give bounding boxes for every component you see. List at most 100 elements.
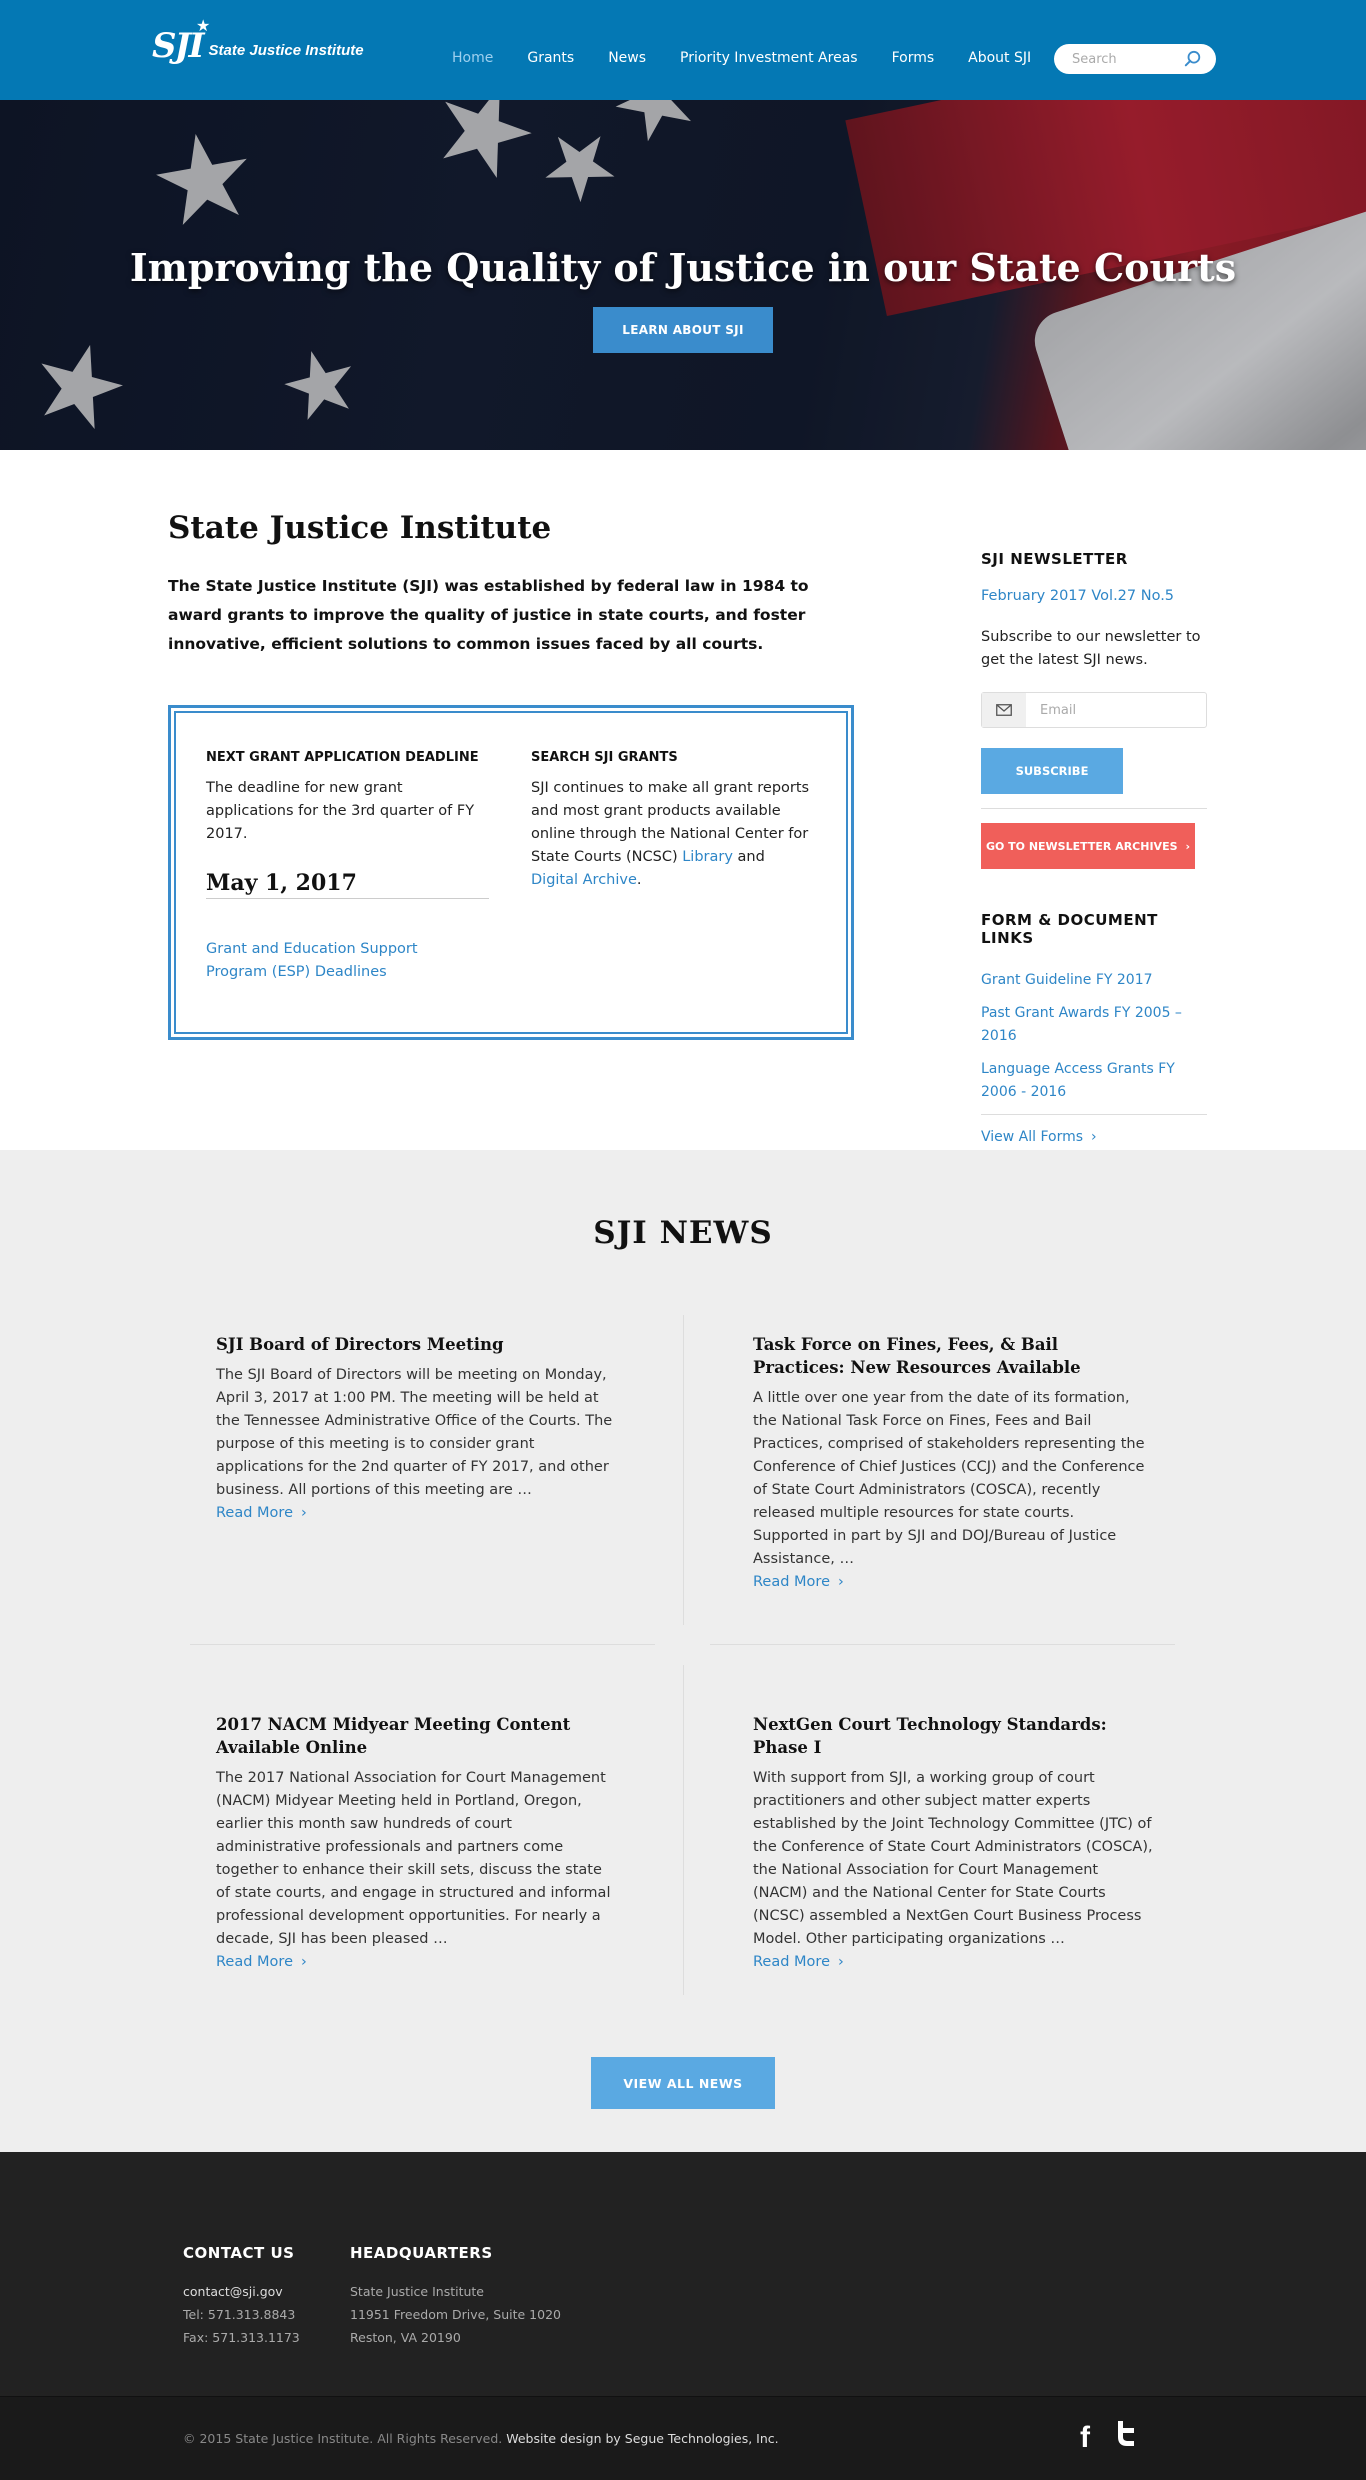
article-title[interactable]: Task Force on Fines, Fees, & Bail Practi… <box>753 1333 1153 1379</box>
view-all-news-button[interactable]: VIEW ALL NEWS <box>591 2057 775 2109</box>
footer-bottom-bar: © 2015 State Justice Institute. All Righ… <box>0 2396 1366 2480</box>
nav-grants[interactable]: Grants <box>527 50 574 66</box>
article-title[interactable]: NextGen Court Technology Standards: Phas… <box>753 1713 1153 1759</box>
contact-column: CONTACT US contact@sji.gov Tel: 571.313.… <box>183 2244 300 2349</box>
newsletter-archives-label: GO TO NEWSLETTER ARCHIVES <box>985 839 1178 853</box>
hero-title: Improving the Quality of Justice in our … <box>129 245 1237 290</box>
news-article: NextGen Court Technology Standards: Phas… <box>753 1713 1153 1970</box>
read-more-label: Read More <box>216 1505 293 1521</box>
form-link-grant-guideline[interactable]: Grant Guideline FY 2017 <box>981 969 1207 992</box>
deadline-heading: NEXT GRANT APPLICATION DEADLINE <box>206 750 479 765</box>
article-title[interactable]: 2017 NACM Midyear Meeting Content Availa… <box>216 1713 616 1759</box>
search-box <box>1054 44 1216 74</box>
divider <box>683 1665 684 1995</box>
news-article: SJI Board of Directors Meeting The SJI B… <box>216 1333 616 1521</box>
chevron-right-icon: › <box>1091 1129 1097 1145</box>
sidebar: SJI NEWSLETTER February 2017 Vol.27 No.5… <box>981 550 1207 1145</box>
search-grants-column: SEARCH SJI GRANTS SJI continues to make … <box>531 750 816 892</box>
read-more-link[interactable]: Read More › <box>216 1505 307 1521</box>
article-body: With support from SJI, a working group o… <box>753 1770 1153 1947</box>
library-link[interactable]: Library <box>682 849 733 865</box>
chevron-right-icon: › <box>838 1574 844 1590</box>
news-section: SJI NEWS SJI Board of Directors Meeting … <box>0 1150 1366 2152</box>
news-article: Task Force on Fines, Fees, & Bail Practi… <box>753 1333 1153 1590</box>
form-link-language-access-grants[interactable]: Language Access Grants FY 2006 - 2016 <box>981 1058 1207 1104</box>
email-icon <box>982 693 1026 727</box>
form-link-past-grant-awards[interactable]: Past Grant Awards FY 2005 – 2016 <box>981 1002 1207 1048</box>
nav-news[interactable]: News <box>608 50 646 66</box>
view-all-forms-label: View All Forms <box>981 1129 1084 1145</box>
read-more-link[interactable]: Read More › <box>753 1574 844 1590</box>
headquarters-heading: HEADQUARTERS <box>350 2244 493 2262</box>
chevron-right-icon: › <box>301 1505 307 1521</box>
divider <box>981 808 1207 809</box>
facebook-icon[interactable]: f <box>1080 2421 1090 2455</box>
site-footer: CONTACT US contact@sji.gov Tel: 571.313.… <box>0 2152 1366 2396</box>
copyright: © 2015 State Justice Institute. All Righ… <box>183 2431 779 2446</box>
read-more-label: Read More <box>753 1574 830 1590</box>
grant-info-box: NEXT GRANT APPLICATION DEADLINE The dead… <box>168 705 854 1040</box>
nav-about[interactable]: About SJI <box>968 50 1031 66</box>
learn-about-sji-button[interactable]: LEARN ABOUT SJI <box>593 307 773 353</box>
twitter-icon[interactable] <box>1114 2419 1140 2455</box>
contact-email-link[interactable]: contact@sji.gov <box>183 2280 300 2303</box>
read-more-label: Read More <box>753 1954 830 1970</box>
intro-section: State Justice Institute The State Justic… <box>0 450 1366 1150</box>
contact-heading: CONTACT US <box>183 2244 295 2262</box>
newsletter-heading: SJI NEWSLETTER <box>981 550 1128 568</box>
article-body: A little over one year from the date of … <box>753 1390 1145 1567</box>
deadline-text: The deadline for new grant applications … <box>206 780 475 842</box>
logo-text: State Justice Institute <box>208 41 364 59</box>
read-more-link[interactable]: Read More › <box>753 1954 844 1970</box>
news-article: 2017 NACM Midyear Meeting Content Availa… <box>216 1713 616 1970</box>
form-links-list: Grant Guideline FY 2017 Past Grant Award… <box>981 969 1207 1104</box>
newsletter-text: Subscribe to our newsletter to get the l… <box>981 629 1201 668</box>
main-nav: Home Grants News Priority Investment Are… <box>452 50 1065 66</box>
deadline-column: NEXT GRANT APPLICATION DEADLINE The dead… <box>206 750 491 896</box>
grant-info-inner: NEXT GRANT APPLICATION DEADLINE The dead… <box>174 711 848 1034</box>
site-header: SJI ★ State Justice Institute Home Grant… <box>0 0 1366 100</box>
search-icon[interactable] <box>1184 50 1202 68</box>
contact-fax: Fax: 571.313.1173 <box>183 2330 300 2345</box>
chevron-right-icon: › <box>838 1954 844 1970</box>
divider <box>683 1315 684 1625</box>
email-input[interactable] <box>1026 702 1196 718</box>
site-logo[interactable]: SJI ★ State Justice Institute <box>152 16 364 66</box>
search-text-part: . <box>636 872 642 888</box>
esp-deadlines-link[interactable]: Grant and Education Support Program (ESP… <box>206 938 476 984</box>
hq-line: Reston, VA 20190 <box>350 2330 461 2345</box>
copyright-text: © 2015 State Justice Institute. All Righ… <box>183 2431 503 2446</box>
contact-tel: Tel: 571.313.8843 <box>183 2307 296 2322</box>
nav-home[interactable]: Home <box>452 50 493 66</box>
nav-priority-investment-areas[interactable]: Priority Investment Areas <box>680 50 858 66</box>
view-all-forms-link[interactable]: View All Forms › <box>981 1129 1207 1145</box>
logo-star-icon: ★ <box>196 16 211 35</box>
search-grants-text: SJI continues to make all grant reports … <box>531 777 816 892</box>
newsletter-archives-button[interactable]: GO TO NEWSLETTER ARCHIVES › <box>981 823 1195 869</box>
article-title[interactable]: SJI Board of Directors Meeting <box>216 1333 616 1356</box>
search-text-part: and <box>732 849 765 865</box>
search-input[interactable] <box>1072 51 1184 67</box>
divider <box>710 1644 1175 1645</box>
digital-archive-link[interactable]: Digital Archive <box>531 872 637 888</box>
subscribe-button[interactable]: SUBSCRIBE <box>981 748 1123 794</box>
deadline-date: May 1, 2017 <box>206 870 357 896</box>
chevron-right-icon: › <box>1185 839 1191 853</box>
read-more-label: Read More <box>216 1954 293 1970</box>
hq-line: State Justice Institute <box>350 2284 485 2299</box>
hq-line: 11951 Freedom Drive, Suite 1020 <box>350 2307 561 2322</box>
chevron-right-icon: › <box>301 1954 307 1970</box>
divider <box>206 898 489 899</box>
article-body: The 2017 National Association for Court … <box>216 1770 611 1947</box>
read-more-link[interactable]: Read More › <box>216 1954 307 1970</box>
designer-link[interactable]: Website design by Segue Technologies, In… <box>506 2431 778 2446</box>
intro-text: The State Justice Institute (SJI) was es… <box>168 577 809 653</box>
search-text-part: SJI continues to make all grant reports … <box>531 780 810 865</box>
nav-forms[interactable]: Forms <box>892 50 935 66</box>
hero-banner: ★ ★ ★ ★ ★ ★ Improving the Quality of Jus… <box>0 100 1366 450</box>
forms-heading: FORM & DOCUMENT LINKS <box>981 911 1158 947</box>
logo-mark: SJI <box>152 26 205 66</box>
newsletter-issue-link[interactable]: February 2017 Vol.27 No.5 <box>981 588 1207 604</box>
divider <box>190 1644 655 1645</box>
news-title: SJI NEWS <box>593 1215 773 1251</box>
